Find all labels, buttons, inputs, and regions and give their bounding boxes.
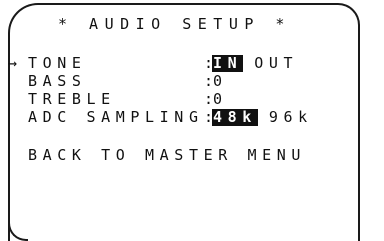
menu-item-bass[interactable]: BASS : 0 bbox=[8, 72, 229, 90]
tone-option-out[interactable]: OUT bbox=[253, 54, 299, 72]
menu-title: * AUDIO SETUP * bbox=[58, 15, 291, 33]
treble-label: TREBLE bbox=[28, 90, 116, 108]
bass-label: BASS bbox=[28, 72, 87, 90]
adc-sampling-option-48k[interactable]: 48k bbox=[212, 108, 258, 126]
menu-item-treble[interactable]: TREBLE : 0 bbox=[8, 90, 229, 108]
bass-value[interactable]: 0 bbox=[212, 72, 229, 90]
back-to-master-menu[interactable]: BACK TO MASTER MENU bbox=[28, 145, 306, 165]
adc-sampling-label: ADC SAMPLING bbox=[28, 108, 204, 126]
tone-option-in[interactable]: IN bbox=[212, 54, 244, 72]
adc-sampling-separator: : bbox=[204, 108, 213, 126]
menu-item-adc-sampling[interactable]: ADC SAMPLING : 48k 96k bbox=[8, 108, 314, 126]
tone-separator: : bbox=[204, 54, 213, 72]
adc-sampling-option-96k[interactable]: 96k bbox=[268, 108, 314, 126]
bass-separator: : bbox=[204, 72, 219, 90]
tone-label: TONE bbox=[28, 54, 87, 72]
cursor-arrow-icon: → bbox=[8, 54, 18, 72]
menu-item-tone[interactable]: → TONE : IN OUT bbox=[8, 54, 299, 72]
treble-value[interactable]: 0 bbox=[212, 90, 229, 108]
treble-separator: : bbox=[204, 90, 219, 108]
